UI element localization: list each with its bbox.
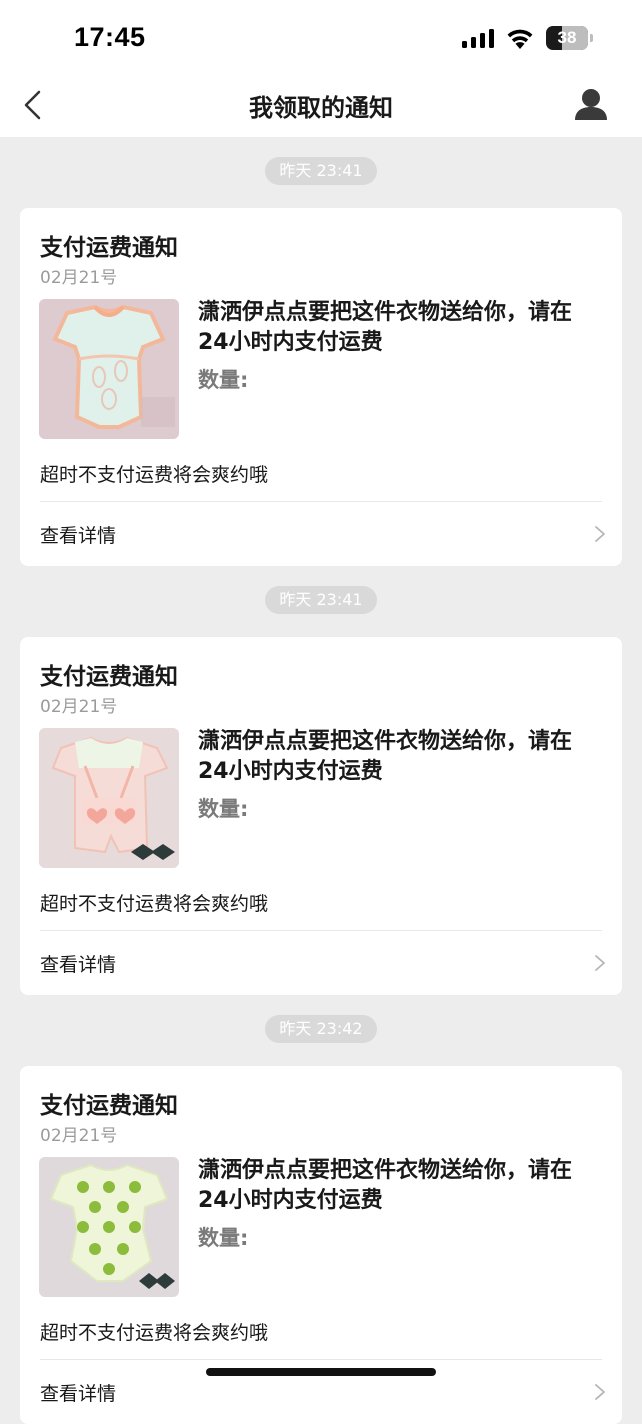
chevron-right-icon [595, 955, 605, 971]
status-bar: 17:45 38 [0, 0, 642, 74]
view-details-link[interactable]: 查看详情 [20, 502, 622, 566]
battery-icon: 38 [546, 26, 594, 50]
card-title: 支付运费通知 [40, 1093, 178, 1119]
page-title: 我领取的通知 [249, 94, 393, 122]
card-title: 支付运费通知 [40, 664, 178, 690]
card-message: 潇洒伊点点要把这件衣物送给你，请在24小时内支付运费 [198, 729, 573, 784]
nav-bar: 我领取的通知 [0, 74, 642, 137]
clothing-photo-image [39, 1157, 179, 1297]
clothing-photo[interactable] [39, 728, 179, 868]
card-note: 超时不支付运费将会爽约哦 [40, 893, 269, 915]
card-title: 支付运费通知 [40, 235, 178, 261]
message-group: 昨天 23:41 支付运费通知 02月21号 潇洒伊点点要把这件衣物送给你，请在… [0, 137, 642, 566]
clothing-photo[interactable] [39, 299, 179, 439]
time-badge: 昨天 23:42 [265, 1015, 377, 1043]
card-message: 潇洒伊点点要把这件衣物送给你，请在24小时内支付运费 [198, 300, 573, 355]
clothing-photo-image [39, 299, 179, 439]
battery-tip [590, 34, 593, 42]
message-group: 昨天 23:42 支付运费通知 02月21号 潇洒伊点点要把这件衣物送给你，请在… [0, 995, 642, 1424]
home-indicator[interactable] [206, 1368, 436, 1376]
card-message: 潇洒伊点点要把这件衣物送给你，请在24小时内支付运费 [198, 1158, 573, 1213]
quantity-label: 数量: [198, 368, 249, 392]
time-badge: 昨天 23:41 [265, 157, 377, 185]
wifi-icon [507, 29, 533, 49]
notification-card[interactable]: 支付运费通知 02月21号 潇洒伊点点要把这件衣物送给你，请在24小时内支付运费… [20, 208, 622, 566]
clothing-photo[interactable] [39, 1157, 179, 1297]
person-icon [575, 89, 607, 120]
battery-level: 38 [557, 28, 577, 47]
battery-body: 38 [546, 26, 588, 50]
back-button[interactable] [14, 84, 54, 126]
view-details-label: 查看详情 [40, 954, 117, 976]
quantity-label: 数量: [198, 1226, 249, 1250]
time-separator: 昨天 23:41 [0, 586, 642, 616]
card-note: 超时不支付运费将会爽约哦 [40, 1322, 269, 1344]
time-badge: 昨天 23:41 [265, 586, 377, 614]
card-date: 02月21号 [40, 268, 118, 288]
time-separator: 昨天 23:42 [0, 1015, 642, 1045]
quantity-label: 数量: [198, 797, 249, 821]
time-separator: 昨天 23:41 [0, 157, 642, 187]
status-time: 17:45 [74, 22, 146, 52]
cellular-signal-icon [462, 29, 494, 48]
chevron-right-icon [595, 526, 605, 542]
message-group: 昨天 23:41 支付运费通知 02月21号 潇洒伊点点要把这件衣物送给你，请在… [0, 566, 642, 995]
view-details-label: 查看详情 [40, 525, 117, 547]
card-date: 02月21号 [40, 697, 118, 717]
card-note: 超时不支付运费将会爽约哦 [40, 464, 269, 486]
clothing-photo-image [39, 728, 179, 868]
view-details-link[interactable]: 查看详情 [20, 931, 622, 995]
profile-button[interactable] [570, 84, 612, 126]
view-details-label: 查看详情 [40, 1383, 117, 1405]
card-date: 02月21号 [40, 1126, 118, 1146]
notification-feed[interactable]: 昨天 23:41 支付运费通知 02月21号 潇洒伊点点要把这件衣物送给你，请在… [0, 137, 642, 1424]
notification-card[interactable]: 支付运费通知 02月21号 潇洒伊点点要把这件衣物送给你，请在24小时内支付运费… [20, 637, 622, 995]
chevron-right-icon [595, 1384, 605, 1400]
chevron-left-icon [24, 90, 41, 120]
